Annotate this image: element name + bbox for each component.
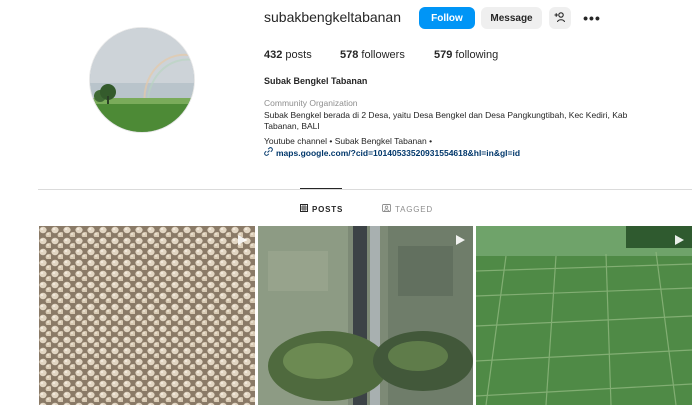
tab-tagged[interactable]: TAGGED — [382, 204, 433, 214]
more-options-icon: ••• — [583, 10, 601, 26]
tab-tagged-label: TAGGED — [395, 204, 433, 214]
add-user-icon — [554, 11, 566, 26]
bio-links-line: Youtube channel • Subak Bengkel Tabanan … — [264, 136, 433, 146]
profile-username: subakbengkeltabanan — [264, 9, 402, 25]
follow-button[interactable]: Follow — [419, 7, 475, 29]
followers-count[interactable]: 578 followers — [340, 49, 405, 61]
bio-line: Subak Bengkel berada di 2 Desa, yaitu De… — [264, 110, 628, 120]
post-thumbnail-soybeans[interactable] — [39, 226, 255, 405]
more-options-button[interactable]: ••• — [580, 7, 604, 29]
reel-icon — [673, 233, 685, 251]
message-button[interactable]: Message — [481, 7, 542, 29]
tabs-divider — [38, 189, 692, 190]
profile-avatar[interactable] — [89, 27, 195, 133]
active-tab-indicator — [300, 188, 342, 189]
link-icon — [264, 147, 273, 158]
profile-full-name: Subak Bengkel Tabanan — [264, 76, 368, 86]
tab-posts-label: POSTS — [312, 204, 344, 214]
suggest-user-button[interactable] — [549, 7, 571, 29]
posts-count[interactable]: 432 posts — [264, 49, 312, 61]
profile-bio: Subak Bengkel berada di 2 Desa, yaitu De… — [264, 110, 674, 132]
tag-icon — [382, 204, 391, 214]
map-link[interactable]: maps.google.com/?cid=1014053352093155461… — [264, 147, 520, 158]
profile-category: Community Organization — [264, 98, 358, 108]
reel-icon — [236, 233, 248, 251]
post-thumbnail-aerial-canal[interactable] — [258, 226, 473, 405]
reel-icon — [454, 233, 466, 251]
tab-posts[interactable]: POSTS — [300, 204, 343, 214]
grid-icon — [300, 204, 308, 214]
map-link-text[interactable]: maps.google.com/?cid=1014053352093155461… — [276, 148, 520, 158]
bio-line: Tabanan, BALI — [264, 121, 320, 131]
following-count[interactable]: 579 following — [434, 49, 498, 61]
post-thumbnail-rice-fields[interactable] — [476, 226, 692, 405]
